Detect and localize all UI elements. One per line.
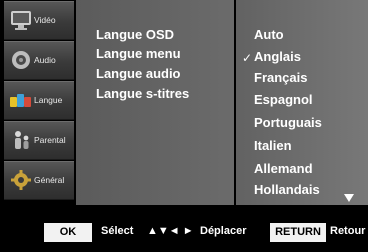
sidebar-item-video[interactable]: Vidéo xyxy=(4,1,74,40)
ok-button[interactable]: OK xyxy=(44,223,92,242)
sidebar-item-label: Général xyxy=(34,175,65,185)
option-allemand[interactable]: Allemand xyxy=(254,161,313,176)
menu-item-langue-osd[interactable]: Langue OSD xyxy=(96,27,174,42)
menu-item-langue-s-titres[interactable]: Langue s-titres xyxy=(96,86,189,101)
option-italien[interactable]: Italien xyxy=(254,138,292,153)
checkmark-icon: ✓ xyxy=(242,51,253,65)
langue-submenu-panel: Langue OSD Langue menu Langue audio Lang… xyxy=(76,0,234,205)
abc-letters-icon xyxy=(10,94,31,107)
move-hint-text: Déplacer xyxy=(200,225,247,237)
option-espagnol[interactable]: Espagnol xyxy=(254,92,313,107)
sidebar-item-label: Langue xyxy=(34,95,63,105)
button-hint-bar: OK Sélect ▲▼◄ ► Déplacer RETURN Retour xyxy=(0,210,368,252)
return-button[interactable]: RETURN xyxy=(270,223,326,242)
menu-item-langue-audio[interactable]: Langue audio xyxy=(96,66,181,81)
language-options-panel: Auto ✓ Anglais Français Espagnol Portugu… xyxy=(236,0,368,205)
option-auto[interactable]: Auto xyxy=(254,27,284,42)
option-hollandais[interactable]: Hollandais xyxy=(254,182,320,197)
sidebar-item-label: Vidéo xyxy=(34,15,56,25)
menu-item-langue-menu[interactable]: Langue menu xyxy=(96,46,181,61)
parental-figures-icon xyxy=(15,131,29,149)
sidebar-item-audio[interactable]: Audio xyxy=(4,41,74,80)
option-anglais[interactable]: Anglais xyxy=(254,49,301,64)
arrow-keys-icon: ▲▼◄ ► xyxy=(147,225,194,237)
setup-category-sidebar: Vidéo Audio Langue Parental Général xyxy=(4,1,74,206)
tv-monitor-icon xyxy=(11,11,31,30)
sidebar-item-label: Parental xyxy=(34,135,66,145)
sidebar-item-langue[interactable]: Langue xyxy=(4,81,74,120)
return-hint-text: Retour xyxy=(330,225,366,237)
option-portuguais[interactable]: Portuguais xyxy=(254,115,322,130)
scroll-down-arrow-icon[interactable] xyxy=(344,194,354,202)
gear-icon xyxy=(11,170,31,190)
option-francais[interactable]: Français xyxy=(254,70,307,85)
sidebar-item-parental[interactable]: Parental xyxy=(4,121,74,160)
speaker-icon xyxy=(12,51,30,69)
select-hint-text: Sélect xyxy=(101,225,134,237)
sidebar-item-label: Audio xyxy=(34,55,56,65)
sidebar-item-general[interactable]: Général xyxy=(4,161,74,200)
